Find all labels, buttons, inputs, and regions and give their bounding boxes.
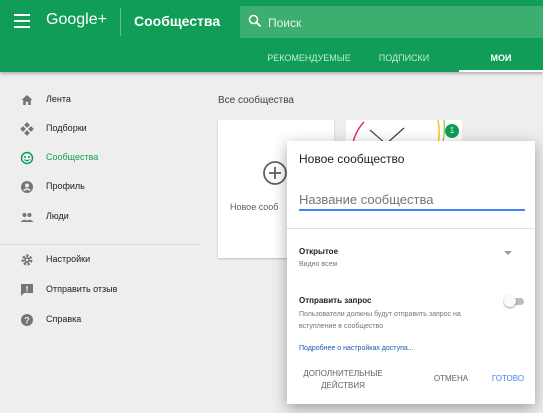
more-actions-button[interactable]: ДОПОЛНИТЕЛЬНЫЕ ДЕЙСТВИЯ bbox=[303, 368, 383, 392]
community-name-input[interactable] bbox=[299, 189, 525, 211]
sidebar-item-communities[interactable]: Сообщества bbox=[0, 147, 200, 171]
page-title: Сообщества bbox=[134, 13, 221, 29]
done-button[interactable]: ГОТОВО bbox=[485, 374, 531, 383]
request-toggle-label: Отправить запрос bbox=[299, 296, 372, 305]
request-toggle-description: Пользователи должны будут отправить запр… bbox=[299, 311, 461, 330]
sidebar-item-profile[interactable]: Профиль bbox=[0, 176, 200, 200]
notification-badge: 1 bbox=[445, 124, 459, 138]
sidebar-divider bbox=[0, 244, 200, 245]
profile-icon bbox=[21, 181, 33, 193]
help-icon: ? bbox=[21, 314, 33, 326]
sidebar-item-label: Отправить отзыв bbox=[46, 284, 118, 294]
tab-mine-label: МОИ bbox=[490, 53, 512, 63]
menu-icon[interactable] bbox=[14, 14, 30, 28]
sidebar-item-label: Лента bbox=[46, 94, 71, 104]
sidebar-item-feed[interactable]: Лента bbox=[0, 89, 200, 113]
sidebar-item-label: Сообщества bbox=[46, 152, 99, 162]
collections-icon bbox=[20, 122, 34, 136]
access-settings-link[interactable]: Подробнее о настройках доступа... bbox=[299, 345, 414, 352]
section-title: Все сообщества bbox=[218, 95, 294, 106]
appbar-divider bbox=[120, 8, 121, 36]
search-icon bbox=[248, 14, 262, 28]
search-input[interactable] bbox=[266, 6, 470, 40]
communities-icon bbox=[20, 151, 34, 165]
people-icon bbox=[20, 213, 34, 222]
sidebar-item-label: Настройки bbox=[46, 254, 91, 264]
privacy-select-subtitle: Видно всем bbox=[299, 261, 338, 268]
add-circle-icon bbox=[263, 161, 287, 185]
gear-icon bbox=[21, 254, 33, 266]
home-icon bbox=[21, 95, 33, 105]
feedback-icon bbox=[21, 284, 33, 296]
toggle-thumb bbox=[504, 295, 516, 307]
sidebar-item-label: Подборки bbox=[46, 123, 87, 133]
sidebar-item-label: Профиль bbox=[46, 181, 85, 191]
sidebar-item-settings[interactable]: Настройки bbox=[0, 249, 200, 273]
search-box[interactable] bbox=[240, 6, 543, 40]
sidebar-item-collections[interactable]: Подборки bbox=[0, 118, 200, 142]
sidebar-item-help[interactable]: ? Справка bbox=[0, 309, 200, 333]
tab-recommended[interactable]: РЕКОМЕНДУЕМЫЕ bbox=[264, 44, 354, 72]
privacy-select-label[interactable]: Открытое bbox=[299, 247, 338, 256]
tab-indicator bbox=[459, 70, 543, 72]
sidebar-item-label: Люди bbox=[46, 211, 69, 221]
sidebar-item-label: Справка bbox=[46, 314, 82, 324]
app-bar: Google+ Сообщества bbox=[0, 0, 543, 44]
dialog-title: Новое сообщество bbox=[299, 152, 405, 166]
tab-bar: РЕКОМЕНДУЕМЫЕ ПОДПИСКИ МОИ bbox=[0, 44, 543, 72]
svg-text:?: ? bbox=[24, 315, 30, 325]
cancel-button[interactable]: ОТМЕНА bbox=[427, 374, 475, 383]
sidebar-item-people[interactable]: Люди bbox=[0, 206, 200, 230]
new-community-dialog: Новое сообщество Открытое Видно всем Отп… bbox=[287, 141, 535, 404]
new-community-label: Новое сооб bbox=[230, 202, 279, 212]
request-toggle-switch[interactable] bbox=[504, 295, 526, 307]
sidebar: Лента Подборки Сообщества Профиль Люди Н… bbox=[0, 72, 200, 413]
google-plus-logo[interactable]: Google+ bbox=[46, 11, 107, 29]
sidebar-item-feedback[interactable]: Отправить отзыв bbox=[0, 279, 200, 303]
tab-mine[interactable]: МОИ bbox=[459, 44, 543, 72]
tab-subscriptions[interactable]: ПОДПИСКИ bbox=[370, 44, 438, 72]
dialog-divider bbox=[287, 228, 535, 229]
dropdown-arrow-icon[interactable] bbox=[504, 251, 512, 255]
